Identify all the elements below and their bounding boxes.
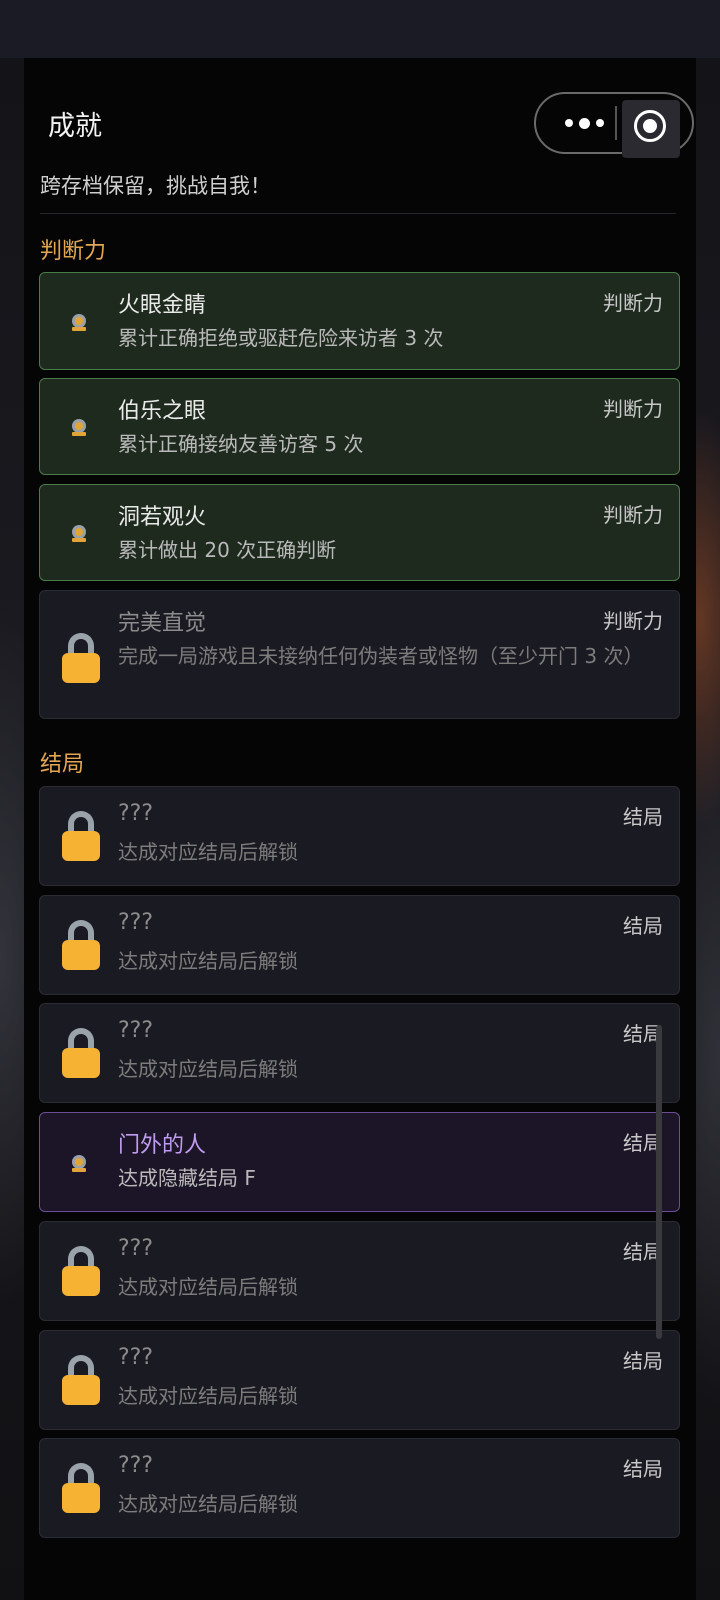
trophy-icon — [72, 314, 86, 331]
achievement-category: 判断力 — [603, 609, 663, 633]
achievement-name: ??? — [118, 910, 154, 935]
achievement-category: 判断力 — [603, 503, 663, 527]
achievement-desc: 累计做出 20 次正确判断 — [118, 538, 337, 562]
achievement-name: 伯乐之眼 — [118, 399, 207, 424]
achievement-card[interactable]: 门外的人 结局 达成隐藏结局 F — [39, 1112, 680, 1212]
achievement-desc: 达成对应结局后解锁 — [118, 1057, 298, 1081]
achievement-name: ??? — [118, 1453, 154, 1478]
achievement-card[interactable]: ??? 结局 达成对应结局后解锁 — [39, 1003, 680, 1103]
achievement-card[interactable]: ??? 结局 达成对应结局后解锁 — [39, 786, 680, 886]
achievement-name: ??? — [118, 1018, 154, 1043]
target-circle-icon[interactable] — [622, 100, 680, 158]
achievement-desc: 达成隐藏结局 F — [118, 1166, 256, 1190]
achievement-category: 结局 — [623, 914, 663, 938]
header-divider — [40, 213, 676, 214]
lock-icon — [62, 633, 100, 683]
achievement-desc: 达成对应结局后解锁 — [118, 1492, 298, 1516]
achievement-name: 完美直觉 — [118, 611, 207, 636]
achievement-card[interactable]: 伯乐之眼 判断力 累计正确接纳友善访客 5 次 — [39, 378, 680, 475]
achievement-desc: 达成对应结局后解锁 — [118, 1384, 298, 1408]
achievement-name: 洞若观火 — [118, 505, 207, 530]
achievement-name: ??? — [118, 1345, 154, 1370]
capsule-divider — [615, 106, 617, 140]
trophy-icon — [72, 419, 86, 436]
achievement-desc: 达成对应结局后解锁 — [118, 949, 298, 973]
page-title: 成就 — [48, 111, 102, 142]
status-bar — [0, 0, 720, 58]
achievement-desc: 累计正确接纳友善访客 5 次 — [118, 432, 364, 456]
achievement-name: 门外的人 — [118, 1133, 207, 1158]
achievement-category: 判断力 — [603, 291, 663, 315]
achievement-name: 火眼金睛 — [118, 293, 207, 318]
achievement-category: 判断力 — [603, 397, 663, 421]
achievement-card[interactable]: 洞若观火 判断力 累计做出 20 次正确判断 — [39, 484, 680, 581]
achievement-category: 结局 — [623, 1457, 663, 1481]
achievement-card[interactable]: ??? 结局 达成对应结局后解锁 — [39, 1438, 680, 1538]
trophy-icon — [72, 525, 86, 542]
lock-icon — [62, 1028, 100, 1078]
achievement-desc: 累计正确拒绝或驱赶危险来访者 3 次 — [118, 326, 444, 350]
section-title-endings: 结局 — [40, 752, 85, 777]
lock-icon — [62, 811, 100, 861]
achievement-name: ??? — [118, 801, 154, 826]
lock-icon — [62, 1463, 100, 1513]
achievement-card[interactable]: 完美直觉 判断力 完成一局游戏且未接纳任何伪装者或怪物（至少开门 3 次） — [39, 590, 680, 719]
achievement-desc: 完成一局游戏且未接纳任何伪装者或怪物（至少开门 3 次） — [118, 644, 644, 668]
trophy-icon — [72, 1155, 86, 1172]
miniprogram-capsule — [534, 92, 694, 158]
achievement-category: 结局 — [623, 805, 663, 829]
lock-icon — [62, 1246, 100, 1296]
achievement-category: 结局 — [623, 1349, 663, 1373]
achievement-card[interactable]: ??? 结局 达成对应结局后解锁 — [39, 895, 680, 995]
lock-icon — [62, 920, 100, 970]
achievement-card[interactable]: 火眼金睛 判断力 累计正确拒绝或驱赶危险来访者 3 次 — [39, 272, 680, 370]
achievement-desc: 达成对应结局后解锁 — [118, 1275, 298, 1299]
scrollbar[interactable] — [656, 1025, 662, 1339]
achievement-name: ??? — [118, 1236, 154, 1261]
more-dots-icon[interactable] — [556, 94, 612, 152]
achievement-card[interactable]: ??? 结局 达成对应结局后解锁 — [39, 1330, 680, 1430]
achievement-desc: 达成对应结局后解锁 — [118, 840, 298, 864]
lock-icon — [62, 1355, 100, 1405]
page-subtitle: 跨存档保留，挑战自我！ — [40, 174, 271, 198]
achievement-card[interactable]: ??? 结局 达成对应结局后解锁 — [39, 1221, 680, 1321]
section-title-judgment: 判断力 — [40, 239, 107, 264]
